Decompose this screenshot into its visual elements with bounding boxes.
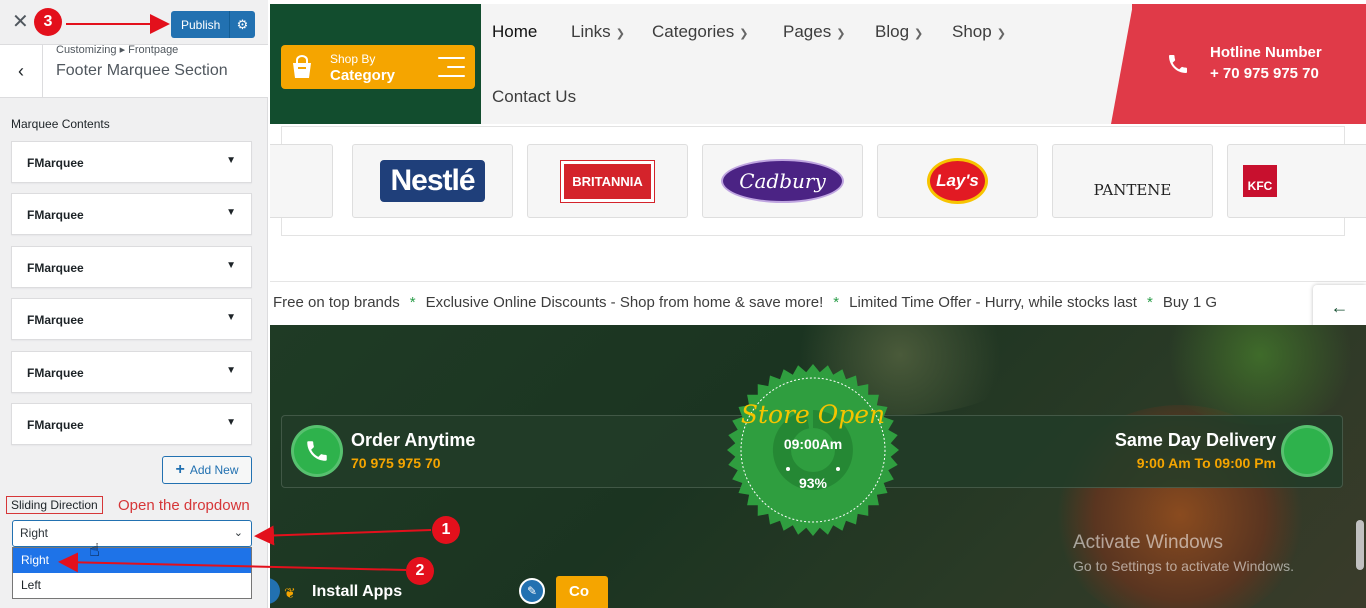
annotation-step-2: 2 xyxy=(406,557,434,585)
annotation-arrow-2 xyxy=(58,552,407,573)
annotation-arrows xyxy=(58,14,432,573)
annotation-note: Open the dropdown xyxy=(118,497,250,514)
annotation-step-1: 1 xyxy=(432,516,460,544)
screen: ✕ Publish ⚙ ‹ Customizing ▸ Frontpage Fo… xyxy=(0,0,1366,608)
annotation-step-3: 3 xyxy=(34,8,62,36)
annotation-arrow-1 xyxy=(254,525,432,546)
